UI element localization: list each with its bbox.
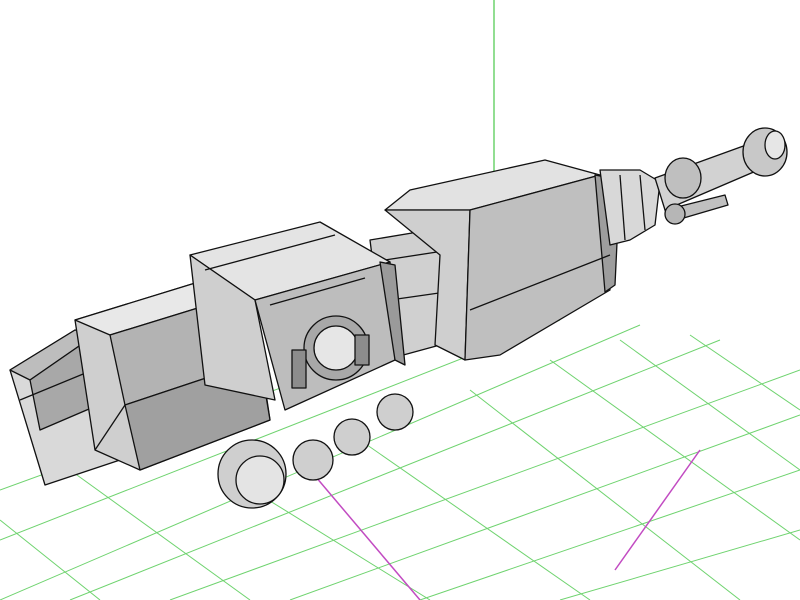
horizontal-axis-line-2 (614, 449, 701, 571)
front-taper (599, 169, 661, 246)
wheel-3 (333, 418, 371, 456)
gun-model[interactable] (9, 127, 788, 509)
horizontal-axis-line (309, 469, 421, 600)
barrel-collar (664, 157, 702, 199)
wheel-2 (292, 439, 334, 481)
wheel-4 (376, 393, 414, 431)
3d-viewport[interactable] (0, 0, 800, 600)
viewport-canvas[interactable] (0, 0, 800, 600)
